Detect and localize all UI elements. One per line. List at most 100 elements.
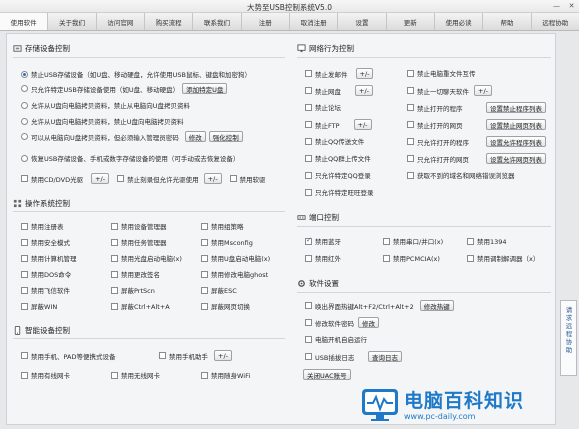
burn-checkbox[interactable] xyxy=(117,175,125,182)
phone-checkbox[interactable] xyxy=(21,352,28,359)
floppy-checkbox[interactable] xyxy=(229,175,237,182)
port-checkbox[interactable] xyxy=(383,237,390,245)
storage-option-6[interactable]: 恢复USB存储设备、手机或数字存储设备的使用（可手动或去恢复设备） xyxy=(21,153,239,163)
port-checkbox[interactable] xyxy=(305,254,312,262)
disable-uac-button[interactable]: 关闭UAC账号 xyxy=(303,369,351,380)
tab-use-software[interactable]: 使用软件 xyxy=(0,13,49,30)
network-checkbox[interactable] xyxy=(305,121,312,128)
radio-button[interactable] xyxy=(21,154,28,162)
radio-button[interactable] xyxy=(21,133,28,140)
tab-must-read[interactable]: 使用必读 xyxy=(435,13,484,30)
close-icon[interactable]: ✕ xyxy=(567,2,576,10)
os-checkbox[interactable] xyxy=(21,222,28,230)
set-blocked-programs-button[interactable]: 设置禁止程序列表 xyxy=(486,102,546,113)
os-checkbox[interactable] xyxy=(21,286,28,294)
tab-contact[interactable]: 联系我们 xyxy=(193,13,242,30)
autostart-checkbox[interactable] xyxy=(305,335,312,343)
query-log-button[interactable]: 查询日志 xyxy=(368,351,402,362)
modify-password-button[interactable]: 修改 xyxy=(184,131,206,142)
tab-update[interactable]: 更新 xyxy=(387,13,435,30)
radio-button[interactable] xyxy=(21,70,28,78)
portable-wifi-checkbox[interactable] xyxy=(201,371,208,379)
remote-assist-strip[interactable]: 请求远程协助 xyxy=(560,300,577,376)
os-checkbox[interactable] xyxy=(21,238,28,246)
ftp-toggle-button[interactable]: +/- xyxy=(353,119,372,130)
os-checkbox[interactable] xyxy=(201,254,208,262)
network-checkbox[interactable] xyxy=(407,121,414,128)
storage-option-4[interactable]: 允许从U盘向电脑拷贝资料，禁止U盘向电脑拷贝资料 xyxy=(21,116,184,126)
os-checkbox[interactable] xyxy=(111,302,118,310)
bluetooth-checkbox[interactable] xyxy=(305,236,312,245)
network-checkbox[interactable] xyxy=(305,137,312,145)
network-checkbox[interactable] xyxy=(407,69,414,77)
burn-toggle-button[interactable]: +/- xyxy=(203,173,222,184)
force-control-button[interactable]: 强化控制 xyxy=(208,131,243,142)
storage-option-5[interactable]: 可以从电脑向U盘拷贝资料，但必须输入管理员密码 修改 强化控制 xyxy=(21,131,243,142)
os-checkbox[interactable] xyxy=(111,270,118,278)
cd-dvd-checkbox[interactable] xyxy=(21,175,28,182)
usb-log-label: USB插拔日志 xyxy=(315,353,355,362)
os-checkbox[interactable] xyxy=(21,270,28,278)
set-allowed-programs-button[interactable]: 设置允许程序列表 xyxy=(486,136,546,147)
storage-option-1[interactable]: 禁止USB存储设备（如U盘、移动硬盘，允许使用USB鼠标、键盘和加密狗） xyxy=(21,69,251,79)
network-checkbox[interactable] xyxy=(305,87,312,94)
add-usb-button[interactable]: 添加特定U盘 xyxy=(182,83,228,94)
network-checkbox[interactable] xyxy=(305,171,312,179)
tab-unregister[interactable]: 取消注册 xyxy=(290,13,339,30)
port-checkbox[interactable] xyxy=(383,254,390,262)
network-checkbox[interactable] xyxy=(407,138,414,145)
wireless-nic-checkbox[interactable] xyxy=(111,371,118,379)
os-checkbox[interactable] xyxy=(201,222,208,230)
netdisk-toggle-button[interactable]: +/- xyxy=(355,85,373,96)
storage-option-label: 可以从电脑向U盘拷贝资料，但必须输入管理员密码 xyxy=(31,133,179,142)
modify-password-button[interactable]: 修改 xyxy=(358,317,379,328)
os-checkbox[interactable] xyxy=(201,238,208,246)
chat-toggle-button[interactable]: +/- xyxy=(474,85,492,96)
os-checkbox[interactable] xyxy=(21,254,28,262)
os-checkbox[interactable] xyxy=(201,302,208,310)
os-checkbox[interactable] xyxy=(201,270,208,278)
usb-log-checkbox[interactable] xyxy=(305,353,312,360)
tab-remote-assist[interactable]: 远程协助 xyxy=(532,13,579,30)
tab-purchase[interactable]: 购买流程 xyxy=(145,13,194,30)
storage-option-3[interactable]: 允许从U盘向电脑拷贝资料，禁止从电脑向U盘拷贝资料 xyxy=(21,100,190,110)
network-checkbox[interactable] xyxy=(407,155,414,162)
assistant-checkbox[interactable] xyxy=(159,352,166,359)
password-checkbox[interactable] xyxy=(305,319,312,326)
os-checkbox[interactable] xyxy=(201,286,208,294)
os-row: 禁用注册表 禁用设备管理器 禁用组策略 xyxy=(21,221,244,231)
tab-about-us[interactable]: 关于我们 xyxy=(48,13,97,30)
set-allowed-sites-button[interactable]: 设置允许网页列表 xyxy=(486,153,546,164)
radio-button[interactable] xyxy=(21,101,28,109)
radio-button[interactable] xyxy=(21,117,28,125)
tab-register[interactable]: 注册 xyxy=(242,13,290,30)
os-checkbox[interactable] xyxy=(111,254,118,262)
os-checkbox[interactable] xyxy=(21,302,28,310)
os-checkbox[interactable] xyxy=(111,238,118,246)
radio-button[interactable] xyxy=(21,85,28,92)
storage-option-2[interactable]: 只允许特定USB存储设备使用（如U盘、移动硬盘） 添加特定U盘 xyxy=(21,83,228,94)
network-checkbox[interactable] xyxy=(305,154,312,162)
tab-official-site[interactable]: 访问官网 xyxy=(97,13,145,30)
os-checkbox[interactable] xyxy=(111,222,118,230)
modify-hotkey-button[interactable]: 修改热键 xyxy=(419,300,454,311)
network-checkbox[interactable] xyxy=(407,104,414,111)
port-checkbox[interactable] xyxy=(467,237,474,245)
network-checkbox[interactable] xyxy=(305,188,312,196)
assistant-toggle-button[interactable]: +/- xyxy=(214,350,232,361)
email-toggle-button[interactable]: +/- xyxy=(355,68,374,79)
port-checkbox[interactable] xyxy=(467,254,474,262)
os-checkbox[interactable] xyxy=(111,286,118,294)
network-checkbox[interactable] xyxy=(407,171,414,179)
cd-dvd-toggle-button[interactable]: +/- xyxy=(91,173,110,184)
network-checkbox[interactable] xyxy=(305,103,312,111)
tab-settings[interactable]: 设置 xyxy=(338,13,387,30)
wired-nic-checkbox[interactable] xyxy=(21,371,28,379)
minimize-icon[interactable]: — xyxy=(552,2,561,10)
network-item-label: 只允许特定QQ登录 xyxy=(315,172,371,180)
set-blocked-sites-button[interactable]: 设置禁止网页列表 xyxy=(486,119,546,130)
hotkey-checkbox[interactable] xyxy=(305,302,312,309)
network-checkbox[interactable] xyxy=(305,70,312,77)
tab-help[interactable]: 帮助 xyxy=(483,13,532,30)
network-checkbox[interactable] xyxy=(407,87,414,94)
